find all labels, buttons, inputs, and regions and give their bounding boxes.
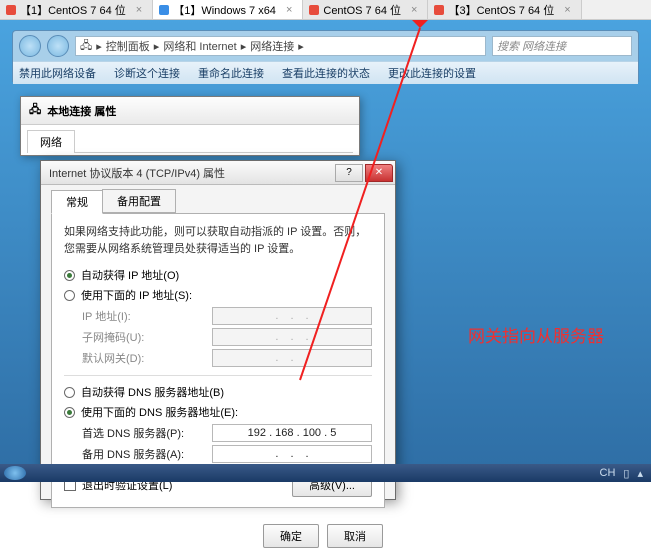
local-connection-props-window: 🖧本地连接 属性 网络 bbox=[20, 96, 360, 156]
toolbar-disable[interactable]: 禁用此网络设备 bbox=[19, 65, 96, 81]
vm-tab-centos2[interactable]: CentOS 7 64 位× bbox=[303, 0, 428, 19]
ipv4-properties-dialog: Internet 协议版本 4 (TCP/IPv4) 属性 ? ✕ 常规 备用配… bbox=[40, 160, 396, 500]
toolbar-change[interactable]: 更改此连接的设置 bbox=[388, 65, 476, 81]
vm-tab-centos3[interactable]: 【3】CentOS 7 64 位× bbox=[428, 0, 581, 19]
cancel-button[interactable]: 取消 bbox=[327, 524, 383, 548]
radio-auto-dns[interactable]: 自动获得 DNS 服务器地址(B) bbox=[64, 384, 372, 400]
tab-general[interactable]: 常规 bbox=[51, 190, 103, 214]
radio-auto-ip[interactable]: 自动获得 IP 地址(O) bbox=[64, 267, 372, 283]
explorer-window: 🖧 ▸ 控制面板 ▸ 网络和 Internet ▸ 网络连接 ▸ 搜索 网络连接… bbox=[12, 30, 639, 82]
forward-button[interactable] bbox=[47, 35, 69, 57]
close-icon[interactable]: × bbox=[136, 4, 142, 16]
tray-icon[interactable]: ▴ bbox=[637, 467, 643, 480]
annotation-text: 网关指向从服务器 bbox=[468, 322, 604, 347]
address-bar[interactable]: 🖧 ▸ 控制面板 ▸ 网络和 Internet ▸ 网络连接 ▸ bbox=[75, 36, 486, 56]
toolbar-diagnose[interactable]: 诊断这个连接 bbox=[114, 65, 180, 81]
label-dns2: 备用 DNS 服务器(A): bbox=[82, 446, 212, 462]
start-button[interactable] bbox=[4, 466, 26, 480]
vm-tab-centos1[interactable]: 【1】CentOS 7 64 位× bbox=[0, 0, 153, 19]
back-button[interactable] bbox=[19, 35, 41, 57]
radio-manual-dns[interactable]: 使用下面的 DNS 服务器地址(E): bbox=[64, 404, 372, 420]
close-icon[interactable]: × bbox=[286, 4, 292, 16]
alternate-dns-input[interactable]: ... bbox=[212, 445, 372, 463]
breadcrumb[interactable]: 控制面板 bbox=[106, 38, 150, 54]
radio-icon bbox=[64, 290, 75, 301]
linux-icon bbox=[434, 5, 444, 15]
titlebar[interactable]: Internet 协议版本 4 (TCP/IPv4) 属性 ? ✕ bbox=[41, 161, 395, 185]
vm-tab-win7[interactable]: 【1】Windows 7 x64× bbox=[153, 0, 303, 19]
breadcrumb[interactable]: 网络连接 bbox=[250, 38, 294, 54]
tab-alternate[interactable]: 备用配置 bbox=[102, 189, 176, 213]
mask-input: ... bbox=[212, 328, 372, 346]
ip-input: ... bbox=[212, 307, 372, 325]
system-tray[interactable]: CH ▯ ▴ bbox=[600, 467, 651, 480]
tab-network[interactable]: 网络 bbox=[27, 130, 75, 153]
network-icon: 🖧 bbox=[80, 37, 92, 56]
tray-icon[interactable]: ▯ bbox=[623, 467, 629, 480]
vm-tab-bar: 【1】CentOS 7 64 位× 【1】Windows 7 x64× Cent… bbox=[0, 0, 651, 20]
label-gateway: 默认网关(D): bbox=[82, 350, 212, 366]
window-title: 🖧本地连接 属性 bbox=[21, 97, 359, 125]
linux-icon bbox=[6, 5, 16, 15]
nic-icon: 🖧 bbox=[29, 101, 41, 120]
radio-icon bbox=[64, 407, 75, 418]
ok-button[interactable]: 确定 bbox=[263, 524, 319, 548]
toolbar-rename[interactable]: 重命名此连接 bbox=[198, 65, 264, 81]
radio-icon bbox=[64, 270, 75, 281]
radio-icon bbox=[64, 387, 75, 398]
close-button[interactable]: ✕ bbox=[365, 164, 393, 182]
gateway-input: ... bbox=[212, 349, 372, 367]
close-icon[interactable]: × bbox=[411, 4, 417, 16]
linux-icon bbox=[309, 5, 319, 15]
description-text: 如果网络支持此功能，则可以获取自动指派的 IP 设置。否则，您需要从网络系统管理… bbox=[64, 224, 372, 257]
search-input[interactable]: 搜索 网络连接 bbox=[492, 36, 632, 56]
explorer-toolbar: 禁用此网络设备 诊断这个连接 重命名此连接 查看此连接的状态 更改此连接的设置 bbox=[13, 62, 638, 84]
help-button[interactable]: ? bbox=[335, 164, 363, 182]
label-ip: IP 地址(I): bbox=[82, 308, 212, 324]
preferred-dns-input[interactable]: 192 . 168 . 100 . 5 bbox=[212, 424, 372, 442]
windows-icon bbox=[159, 5, 169, 15]
dialog-title: Internet 协议版本 4 (TCP/IPv4) 属性 bbox=[49, 165, 335, 181]
breadcrumb[interactable]: 网络和 Internet bbox=[163, 38, 236, 54]
ime-indicator[interactable]: CH bbox=[600, 467, 616, 479]
taskbar[interactable]: CH ▯ ▴ bbox=[0, 464, 651, 482]
radio-manual-ip[interactable]: 使用下面的 IP 地址(S): bbox=[64, 287, 372, 303]
close-icon[interactable]: × bbox=[564, 4, 570, 16]
toolbar-status[interactable]: 查看此连接的状态 bbox=[282, 65, 370, 81]
label-mask: 子网掩码(U): bbox=[82, 329, 212, 345]
label-dns1: 首选 DNS 服务器(P): bbox=[82, 425, 212, 441]
desktop: 🖧 ▸ 控制面板 ▸ 网络和 Internet ▸ 网络连接 ▸ 搜索 网络连接… bbox=[0, 20, 651, 482]
